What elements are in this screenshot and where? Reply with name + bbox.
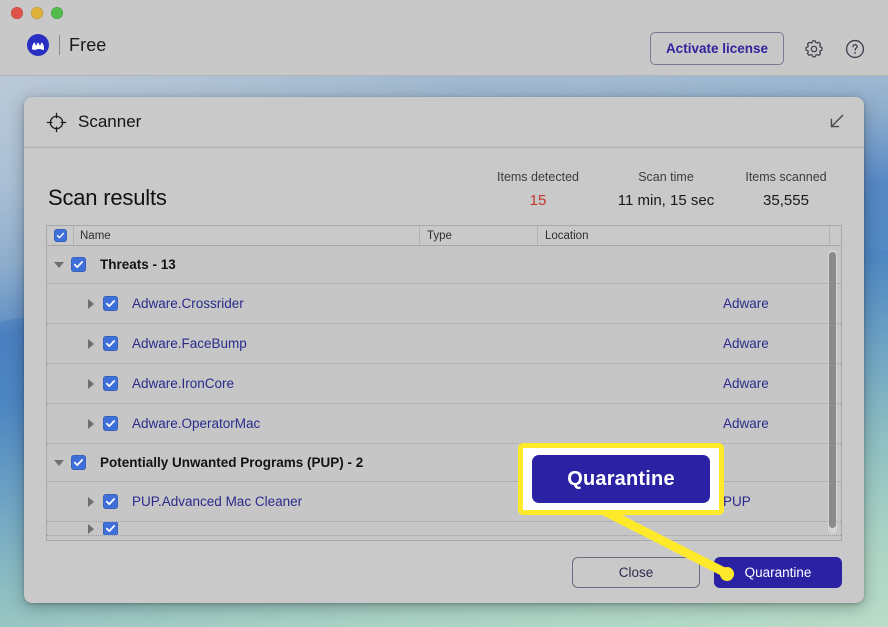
threat-name: Adware.OperatorMac: [132, 416, 261, 431]
threat-type: PUP: [723, 494, 751, 509]
collapse-arrow-icon[interactable]: [826, 112, 846, 132]
brand-area: Free: [26, 33, 106, 57]
row-checkbox[interactable]: [71, 455, 86, 470]
row-checkbox[interactable]: [103, 522, 118, 535]
header-actions: Activate license: [649, 32, 866, 65]
table-group-row[interactable]: Potentially Unwanted Programs (PUP) - 2: [47, 444, 841, 482]
malwarebytes-window: Free Activate license Scanner Scan resul…: [0, 0, 888, 627]
table-row[interactable]: [47, 522, 841, 536]
scan-results-table: Name Type Location Threats - 13 Adware.C…: [46, 225, 842, 541]
stat-label: Items scanned: [745, 170, 827, 184]
page-title: Scan results: [48, 185, 167, 210]
stat-items-detected: Items detected 15: [474, 170, 602, 209]
threat-type: Adware: [723, 376, 769, 391]
group-label: Potentially Unwanted Programs (PUP) - 2: [100, 455, 364, 470]
stat-scan-time: Scan time 11 min, 15 sec: [602, 170, 730, 209]
column-header-end-spacer: [829, 226, 841, 245]
activate-license-button[interactable]: Activate license: [649, 32, 784, 65]
help-question-icon[interactable]: [844, 38, 866, 60]
stat-value: 11 min, 15 sec: [617, 192, 715, 209]
panel-title: Scanner: [78, 112, 142, 131]
disclosure-triangle-icon[interactable]: [79, 418, 103, 429]
row-name-cell: Adware.IronCore: [118, 376, 723, 391]
column-header-location[interactable]: Location: [537, 226, 829, 245]
results-header: Scan results Items detected 15 Scan time…: [46, 148, 842, 225]
disclosure-triangle-icon[interactable]: [79, 378, 103, 389]
threat-name: Adware.IronCore: [132, 376, 235, 391]
scanner-panel-body: Scan results Items detected 15 Scan time…: [24, 148, 864, 541]
scanner-panel: Scanner Scan results Items detected 15 S…: [24, 97, 864, 603]
table-group-row[interactable]: Threats - 13: [47, 246, 841, 284]
scan-stats: Items detected 15 Scan time 11 min, 15 s…: [474, 170, 842, 211]
disclosure-triangle-icon[interactable]: [79, 298, 103, 309]
window-titlebar: Free Activate license: [0, 0, 888, 76]
threat-name: PUP.Advanced Mac Cleaner: [132, 494, 303, 509]
row-checkbox[interactable]: [103, 296, 118, 311]
group-label: Threats - 13: [100, 257, 176, 272]
table-scrollbar-thumb[interactable]: [829, 252, 836, 528]
threat-type: Adware: [723, 416, 769, 431]
table-header-row: Name Type Location: [47, 226, 841, 246]
close-button[interactable]: Close: [572, 556, 700, 588]
disclosure-triangle-icon[interactable]: [79, 496, 103, 507]
table-row[interactable]: Adware.Crossrider Adware: [47, 284, 841, 324]
quarantine-button[interactable]: Quarantine: [714, 556, 842, 588]
row-name-cell: Adware.OperatorMac: [118, 416, 723, 431]
row-name-cell: Adware.Crossrider: [118, 296, 723, 311]
table-body: Threats - 13 Adware.Crossrider Adware Ad…: [47, 246, 841, 540]
row-checkbox[interactable]: [103, 494, 118, 509]
row-checkbox[interactable]: [103, 416, 118, 431]
minimize-window-button[interactable]: [31, 7, 43, 19]
stat-label: Scan time: [638, 170, 694, 184]
column-header-name[interactable]: Name: [73, 226, 419, 245]
threat-type: Adware: [723, 296, 769, 311]
gear-icon[interactable]: [803, 38, 825, 60]
disclosure-triangle-icon[interactable]: [79, 523, 103, 534]
select-all-cell: [47, 229, 73, 242]
table-row[interactable]: Adware.FaceBump Adware: [47, 324, 841, 364]
window-traffic-lights: [11, 7, 63, 19]
stat-value: 35,555: [763, 192, 809, 209]
crosshair-target-icon: [46, 112, 67, 132]
row-checkbox[interactable]: [103, 376, 118, 391]
threat-name: Adware.Crossrider: [132, 296, 244, 311]
stat-value: 15: [529, 192, 547, 209]
table-row[interactable]: Adware.OperatorMac Adware: [47, 404, 841, 444]
disclosure-triangle-icon[interactable]: [47, 261, 71, 268]
disclosure-triangle-icon[interactable]: [47, 459, 71, 466]
panel-footer: Close Quarantine: [24, 541, 864, 603]
column-header-type[interactable]: Type: [419, 226, 537, 245]
close-window-button[interactable]: [11, 7, 23, 19]
row-checkbox[interactable]: [103, 336, 118, 351]
zoom-window-button[interactable]: [51, 7, 63, 19]
disclosure-triangle-icon[interactable]: [79, 338, 103, 349]
select-all-checkbox[interactable]: [53, 229, 67, 242]
row-name-cell: PUP.Advanced Mac Cleaner: [118, 494, 723, 509]
threat-type: Adware: [723, 336, 769, 351]
table-row[interactable]: Adware.IronCore Adware: [47, 364, 841, 404]
table-row[interactable]: PUP.Advanced Mac Cleaner PUP: [47, 482, 841, 522]
table-scrollbar-track[interactable]: [828, 250, 837, 534]
row-name-cell: Adware.FaceBump: [118, 336, 723, 351]
brand-edition-label: Free: [69, 34, 107, 55]
malwarebytes-m-logo-icon: [27, 34, 49, 56]
stat-label: Items detected: [497, 170, 579, 184]
stat-items-scanned: Items scanned 35,555: [730, 170, 842, 209]
scanner-panel-header: Scanner: [24, 97, 864, 148]
brand-divider: [59, 35, 60, 55]
row-checkbox[interactable]: [71, 257, 86, 272]
threat-name: Adware.FaceBump: [132, 336, 247, 351]
